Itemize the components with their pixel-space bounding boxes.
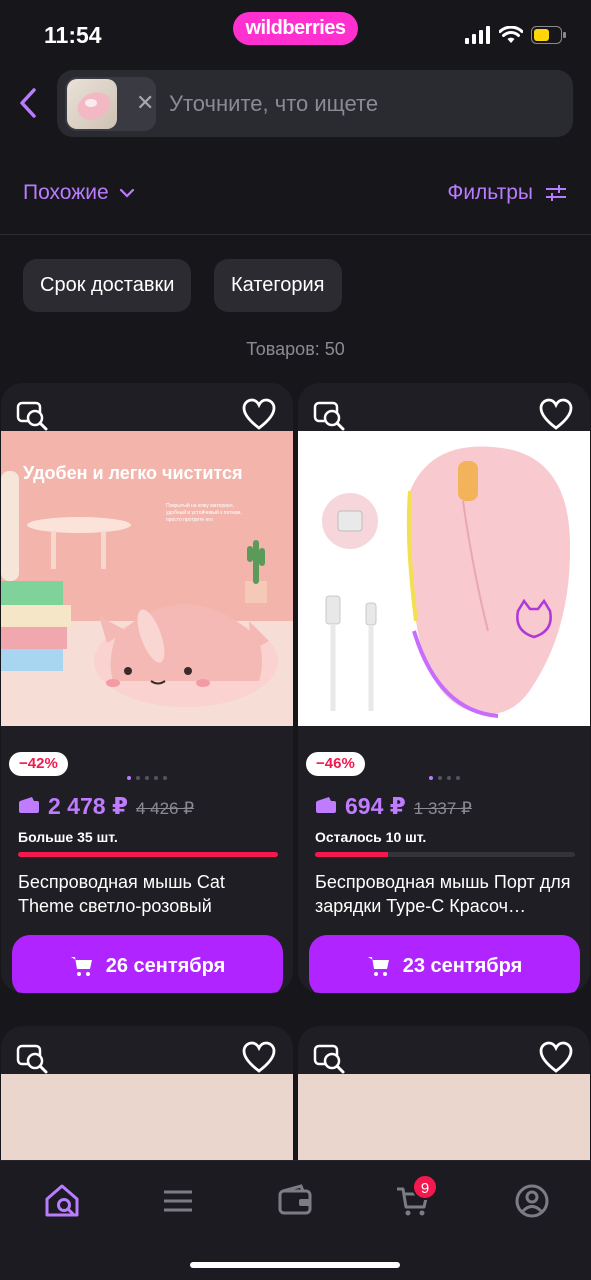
- image-caption: Удобен и легко чистится: [23, 463, 243, 483]
- cart-icon: [70, 957, 92, 976]
- filters-label: Фильтры: [447, 181, 533, 204]
- product-image[interactable]: [298, 431, 590, 726]
- old-price: 1 337 ₽: [413, 799, 472, 818]
- back-chevron-icon[interactable]: [16, 86, 42, 120]
- wifi-icon: [499, 26, 523, 43]
- home-search-icon[interactable]: [42, 1181, 82, 1221]
- carousel-dots: [298, 776, 590, 780]
- status-icons: [465, 26, 567, 44]
- visual-search-icon[interactable]: [14, 397, 50, 433]
- battery-icon: [531, 26, 566, 44]
- discount-badge: −42%: [9, 752, 68, 776]
- results-count: Товаров: 50: [246, 339, 345, 359]
- visual-search-icon[interactable]: [14, 1040, 50, 1076]
- add-to-cart-button[interactable]: 23 сентября: [309, 935, 580, 993]
- signal-icon: [465, 26, 490, 44]
- delivery-date: 26 сентября: [105, 954, 226, 977]
- heart-icon[interactable]: [538, 397, 574, 433]
- remove-image-icon[interactable]: ✕: [136, 91, 154, 115]
- old-price: 4 426 ₽: [135, 799, 195, 818]
- status-bar: 11:54 wildberries: [0, 0, 591, 68]
- thumbnail-image: [67, 79, 117, 129]
- wallet-nav-icon[interactable]: [275, 1181, 315, 1221]
- wallet-icon: [316, 797, 336, 813]
- profile-icon[interactable]: [512, 1181, 552, 1221]
- cart-count-badge: 9: [412, 1174, 438, 1200]
- sliders-icon: [546, 185, 566, 201]
- chevron-down-icon: [119, 188, 134, 198]
- search-input[interactable]: Уточните, что ищете: [169, 91, 378, 117]
- stock-bar-fill: [18, 852, 278, 857]
- delivery-date: 23 сентября: [402, 954, 523, 977]
- add-to-cart-button[interactable]: 26 сентября: [12, 935, 283, 993]
- carousel-dots: [1, 776, 293, 780]
- stock-bar-fill: [315, 852, 388, 857]
- heart-icon[interactable]: [241, 1040, 277, 1076]
- stock-label: Осталось 10 шт.: [315, 829, 427, 845]
- home-indicator: [190, 1262, 400, 1268]
- sort-similar-dropdown[interactable]: Похожие: [23, 181, 135, 205]
- price-row: 694 ₽ 1 337 ₽: [315, 793, 472, 820]
- product-card[interactable]: −46% 694 ₽ 1 337 ₽ Осталось 10 шт. Беспр…: [298, 383, 590, 993]
- stock-label: Больше 35 шт.: [18, 829, 118, 845]
- discount-badge: −46%: [306, 752, 365, 776]
- chip-delivery-time[interactable]: Срок доставки: [23, 259, 192, 312]
- price: 694 ₽: [345, 793, 406, 819]
- heart-icon[interactable]: [241, 397, 277, 433]
- cart-icon: [367, 957, 389, 976]
- clock: 11:54: [44, 22, 102, 48]
- chip-category[interactable]: Категория: [214, 259, 342, 312]
- visual-search-icon[interactable]: [311, 1040, 347, 1076]
- product-title[interactable]: Беспроводная мышь Cat Theme светло-розов…: [18, 870, 280, 918]
- filters-button[interactable]: Фильтры: [447, 181, 567, 205]
- heart-icon[interactable]: [538, 1040, 574, 1076]
- brand-logo: wildberries: [233, 12, 358, 45]
- wallet-icon: [19, 797, 39, 813]
- product-image[interactable]: Удобен и легко чистится Покрытый на кожу…: [1, 431, 293, 726]
- product-card[interactable]: Удобен и легко чистится Покрытый на кожу…: [1, 383, 293, 993]
- search-bar[interactable]: ✕ Уточните, что ищете: [57, 70, 573, 137]
- image-search-thumbnail[interactable]: ✕: [65, 77, 156, 131]
- divider: [0, 234, 591, 235]
- sort-label: Похожие: [23, 181, 109, 204]
- stock-bar: [18, 852, 278, 857]
- stock-bar: [315, 852, 575, 857]
- product-title[interactable]: Беспроводная мышь Порт для зарядки Type-…: [315, 870, 577, 918]
- visual-search-icon[interactable]: [311, 397, 347, 433]
- menu-icon[interactable]: [158, 1181, 198, 1221]
- price: 2 478 ₽: [48, 793, 128, 819]
- price-row: 2 478 ₽ 4 426 ₽: [18, 793, 194, 820]
